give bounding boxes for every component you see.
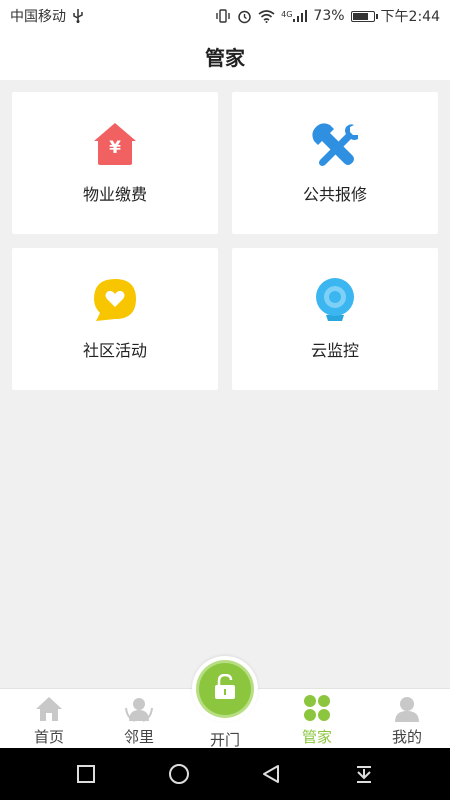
- house-yen-icon: ¥: [92, 121, 138, 167]
- card-label: 公共报修: [302, 185, 367, 204]
- carrier-name: 中国移动: [10, 9, 66, 25]
- battery-percent: 73%: [313, 8, 345, 24]
- card-label: 云监控: [310, 341, 359, 360]
- unlock-icon: [213, 673, 237, 704]
- clock: 下午2:44: [380, 9, 440, 25]
- tab-mine[interactable]: 我的: [362, 689, 450, 749]
- public-repair-card[interactable]: 公共报修: [232, 92, 438, 234]
- community-activity-card[interactable]: 社区活动: [12, 248, 218, 390]
- wifi-icon: [258, 9, 275, 23]
- property-fee-card[interactable]: ¥ 物业缴费: [12, 92, 218, 234]
- open-door-inner: [199, 663, 251, 715]
- card-label: 物业缴费: [82, 185, 147, 204]
- page-title: 管家: [205, 45, 245, 70]
- tab-butler[interactable]: 管家: [272, 689, 362, 749]
- neighbors-icon: [125, 696, 153, 722]
- tab-label: 我的: [391, 728, 422, 746]
- back-icon[interactable]: [251, 754, 291, 794]
- service-grid: ¥ 物业缴费 公共报修 社区活动 云监控: [12, 92, 438, 390]
- cloud-monitor-card[interactable]: 云监控: [232, 248, 438, 390]
- signal-icon: 4G: [281, 10, 308, 22]
- webcam-icon: [312, 277, 358, 323]
- card-label: 社区活动: [82, 341, 147, 360]
- svg-text:¥: ¥: [109, 138, 121, 158]
- person-icon: [393, 696, 421, 722]
- home-circle-icon[interactable]: [159, 754, 199, 794]
- tab-neighbors[interactable]: 邻里: [94, 689, 184, 749]
- signal-type: 4G: [281, 10, 293, 19]
- tools-icon: [312, 121, 358, 167]
- alarm-icon: [237, 9, 252, 24]
- heart-bubble-icon: [92, 277, 138, 323]
- tab-label: 管家: [301, 728, 332, 746]
- tab-label: 首页: [33, 728, 64, 746]
- system-nav-bar: [0, 748, 450, 800]
- grid-icon: [303, 694, 331, 722]
- tab-label: 邻里: [123, 728, 154, 746]
- header: 管家: [0, 32, 450, 80]
- notification-pull-icon[interactable]: [344, 754, 384, 794]
- battery-icon: [350, 10, 378, 22]
- tab-home[interactable]: 首页: [4, 689, 94, 749]
- open-door-label: 开门: [209, 731, 240, 749]
- recent-apps-icon[interactable]: [66, 754, 106, 794]
- usb-icon: [72, 9, 84, 23]
- status-bar: 中国移动 4G 73% 下午2:44: [0, 0, 450, 32]
- open-door-button[interactable]: [192, 656, 258, 722]
- home-icon: [35, 696, 63, 722]
- vibrate-icon: [215, 9, 231, 23]
